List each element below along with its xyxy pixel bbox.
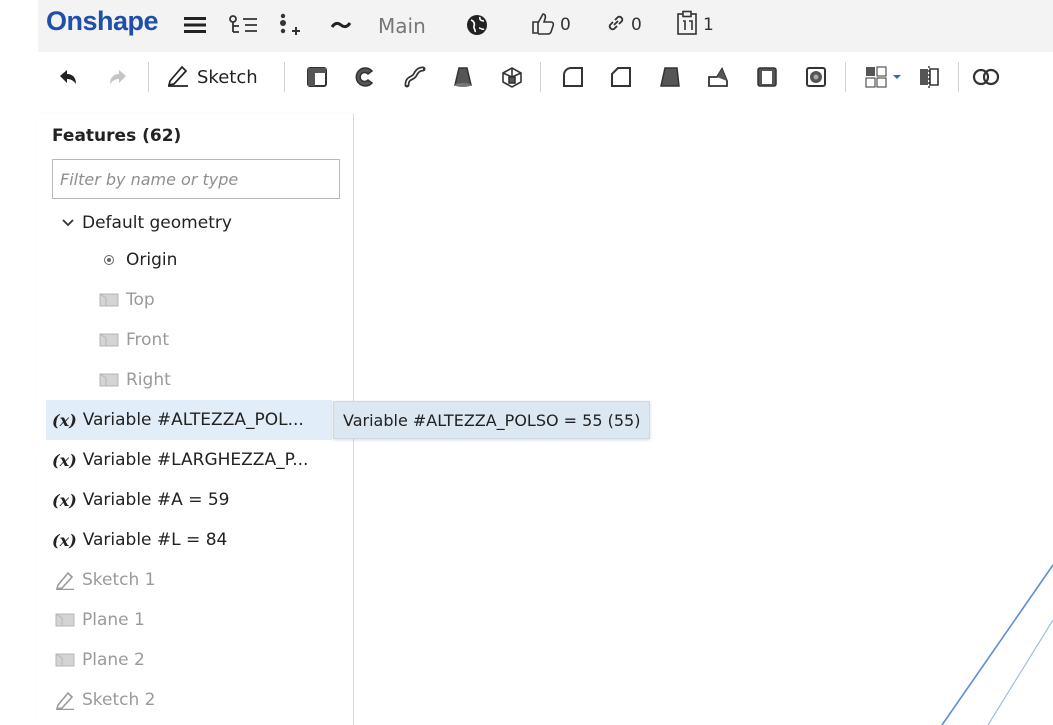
boolean-icon[interactable] <box>971 62 1001 92</box>
clipboard-icon <box>675 10 699 40</box>
plane-icon <box>98 369 120 391</box>
geometry-edge[interactable] <box>987 619 1053 725</box>
feature-panel: Features (62) Filter by name or type Def… <box>38 114 354 725</box>
list-item-top-plane[interactable]: Top <box>98 280 155 320</box>
link-icon <box>605 12 627 38</box>
geometry-edge[interactable] <box>941 564 1053 725</box>
versions-counter[interactable]: 1 <box>675 10 714 40</box>
sketch-icon <box>54 569 76 591</box>
top-bar: Onshape Main 0 0 1 <box>0 0 1053 52</box>
variable-tooltip: Variable #ALTEZZA_POLSO = 55 (55) <box>333 401 651 439</box>
variable-icon: (x) <box>52 530 77 550</box>
sketch-icon <box>54 689 76 711</box>
variable-icon: (x) <box>52 410 77 430</box>
redo-icon[interactable] <box>104 62 134 92</box>
likes-counter[interactable]: 0 <box>530 10 571 40</box>
variables-tilde-icon[interactable] <box>330 10 352 40</box>
loft-icon[interactable] <box>448 62 478 92</box>
chevron-down-icon[interactable] <box>889 62 905 92</box>
sketch-label: Sketch <box>197 66 258 88</box>
list-item-front-plane[interactable]: Front <box>98 320 169 360</box>
list-item-sketch-1[interactable]: Sketch 1 <box>54 560 156 600</box>
sweep-icon[interactable] <box>400 62 430 92</box>
list-item-variable-altezza[interactable]: (x) Variable #ALTEZZA_POL... <box>46 400 332 440</box>
pencil-icon <box>165 63 191 92</box>
plane-icon <box>98 329 120 351</box>
insert-icon[interactable] <box>276 10 304 40</box>
links-counter[interactable]: 0 <box>605 10 642 40</box>
feature-toolbar: Sketch <box>38 54 1053 100</box>
likes-count: 0 <box>560 15 571 35</box>
extrude-icon[interactable] <box>302 62 332 92</box>
branch-label[interactable]: Main <box>378 14 426 38</box>
hole-icon[interactable] <box>801 62 831 92</box>
list-item-plane-2[interactable]: Plane 2 <box>54 640 145 680</box>
fillet-icon[interactable] <box>558 62 588 92</box>
links-count: 0 <box>631 15 642 35</box>
list-item-origin[interactable]: Origin <box>98 240 177 280</box>
features-title: Features (62) <box>52 126 182 146</box>
list-item-variable-larghezza[interactable]: (x) Variable #LARGHEZZA_P... <box>52 440 308 480</box>
list-item-plane-1[interactable]: Plane 1 <box>54 600 145 640</box>
default-geometry-label: Default geometry <box>82 213 232 233</box>
draft-icon[interactable] <box>655 62 685 92</box>
globe-icon[interactable] <box>466 10 488 40</box>
chamfer-icon[interactable] <box>606 62 636 92</box>
variable-icon: (x) <box>52 450 77 470</box>
pattern-icon[interactable] <box>861 62 891 92</box>
rib-icon[interactable] <box>703 62 733 92</box>
thumbs-up-icon <box>530 11 556 39</box>
thicken-icon[interactable] <box>497 62 527 92</box>
variable-icon: (x) <box>52 490 77 510</box>
list-item-variable-l[interactable]: (x) Variable #L = 84 <box>52 520 227 560</box>
origin-icon <box>98 249 120 271</box>
onshape-logo[interactable]: Onshape <box>46 6 159 37</box>
plane-icon <box>54 649 76 671</box>
list-item-right-plane[interactable]: Right <box>98 360 171 400</box>
mirror-icon[interactable] <box>914 62 944 92</box>
revolve-icon[interactable] <box>351 62 381 92</box>
undo-icon[interactable] <box>52 62 82 92</box>
feature-list-icon[interactable] <box>227 10 259 40</box>
plane-icon <box>98 289 120 311</box>
hamburger-menu-icon[interactable] <box>183 10 207 40</box>
sketch-button[interactable]: Sketch <box>165 61 258 93</box>
chevron-down-icon[interactable] <box>60 212 76 234</box>
plane-icon <box>54 609 76 631</box>
list-item-variable-a[interactable]: (x) Variable #A = 59 <box>52 480 229 520</box>
default-geometry-group[interactable]: Default geometry <box>60 203 232 243</box>
versions-count: 1 <box>703 15 714 35</box>
shell-icon[interactable] <box>752 62 782 92</box>
list-item-sketch-2[interactable]: Sketch 2 <box>54 680 156 720</box>
filter-input[interactable]: Filter by name or type <box>52 159 340 199</box>
